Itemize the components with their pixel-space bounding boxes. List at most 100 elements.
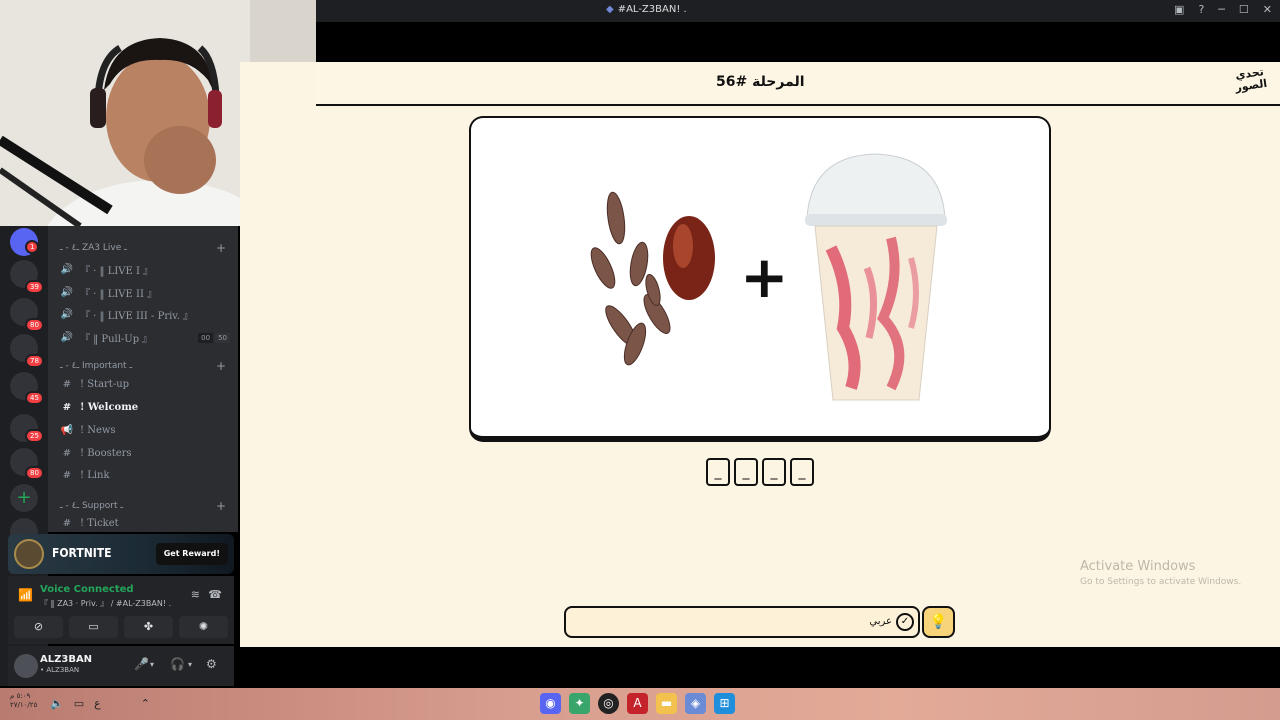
discord-icon: ◆ [606, 4, 614, 15]
hash-icon: # [62, 448, 72, 459]
game-icon [14, 539, 44, 569]
answer-input[interactable] [574, 612, 874, 634]
stage-title: المرحلة #56 [716, 74, 805, 90]
obs-icon[interactable]: ◎ [598, 693, 619, 714]
server-badge: 78 [25, 354, 44, 368]
chevron-down-icon[interactable]: ▾ [188, 660, 192, 669]
camera-off-button[interactable]: ⊘ [14, 616, 63, 638]
channel-welcome[interactable]: # ! Welcome [60, 402, 138, 413]
speaker-icon: 🔊 [60, 287, 74, 298]
window-titlebar: ◆ #AL-Z3BAN! . ▣ ? ─ ☐ ✕ [316, 0, 1280, 22]
language-indicator[interactable]: ع [94, 697, 101, 710]
clock[interactable]: ٥:٠٩ م ٢٧/١٠/٢٥ [10, 692, 37, 710]
hash-icon: # [62, 379, 72, 390]
promo-title: FORTNITE [52, 546, 112, 560]
chevron-up-icon[interactable]: ⌃ [141, 697, 150, 710]
add-server-icon[interactable]: + [10, 484, 38, 512]
speaker-icon: 🔊 [60, 332, 74, 343]
hint-button[interactable]: 💡 [922, 606, 955, 638]
activities-button[interactable]: ✤ [124, 616, 173, 638]
channel-news[interactable]: 📢 ! News [60, 425, 116, 436]
minimize-icon[interactable]: ─ [1218, 3, 1225, 16]
answer-field[interactable]: عربي ✓ [564, 606, 920, 638]
voice-channel-live-1[interactable]: 🔊 『 · ‖ LIVE I 』 [60, 262, 153, 277]
server-badge: 80 [25, 466, 44, 480]
get-reward-button[interactable]: Get Reward! [155, 543, 228, 565]
channel-list: ـ٤ - ـ ZA3 Live ـ + 🔊 『 · ‖ LIVE I 』 🔊 『… [48, 226, 238, 532]
noise-suppression-icon[interactable]: ≋ [191, 588, 200, 601]
windows-icon[interactable]: ⊞ [714, 693, 735, 714]
milkshake-image [805, 153, 947, 401]
letter-slot: _ [734, 458, 758, 486]
plus-operator: + [740, 243, 789, 311]
category-support[interactable]: ـ٤ - ـ Support ـ [60, 501, 123, 511]
headphones-icon[interactable]: 🎧 [170, 657, 185, 671]
voice-channel-live-3[interactable]: 🔊 『 · ‖ LIVE III - Priv. 』 [60, 307, 193, 322]
disconnect-icon[interactable]: ☎ [208, 588, 222, 601]
lightbulb-icon: 💡 [929, 614, 948, 630]
create-channel-icon[interactable]: + [216, 241, 226, 255]
game-logo[interactable]: تحدي الصور [1230, 65, 1272, 103]
app-icon[interactable]: ◈ [685, 693, 706, 714]
user-panel: ALZ3BAN • ALZ3BAN 🎤 ▾ 🎧 ▾ ⚙ [8, 646, 234, 686]
server-badge: 45 [25, 391, 44, 405]
voice-channel-pull-up[interactable]: 🔊 『 ‖ Pull-Up 』 00 50 [60, 330, 230, 345]
language-label[interactable]: عربي [869, 616, 892, 627]
adobe-icon[interactable]: A [627, 693, 648, 714]
window-title: ◆ #AL-Z3BAN! . [606, 4, 687, 15]
server-badge: 25 [25, 429, 44, 443]
letter-slot: _ [706, 458, 730, 486]
create-channel-icon[interactable]: + [216, 499, 226, 513]
create-channel-icon[interactable]: + [216, 359, 226, 373]
avatar[interactable] [14, 654, 38, 678]
network-icon[interactable]: ▭ [74, 697, 84, 710]
user-status: • ALZ3BAN [40, 666, 80, 674]
hash-icon: # [62, 518, 72, 529]
gear-icon[interactable]: ⚙ [206, 657, 217, 671]
category-za3-live[interactable]: ـ٤ - ـ ZA3 Live ـ [60, 243, 127, 253]
letter-slot: _ [762, 458, 786, 486]
voice-panel: 📶 Voice Connected 『 ‖ ZA3 · Priv. 』 / #A… [8, 576, 234, 644]
activate-windows-watermark: Activate Windows Go to Settings to activ… [1080, 559, 1242, 587]
voice-channel-name[interactable]: 『 ‖ ZA3 · Priv. 』 / #AL-Z3BAN! . [40, 598, 171, 609]
channel-link[interactable]: # ! Link [60, 470, 110, 481]
username[interactable]: ALZ3BAN [40, 654, 92, 665]
volume-icon[interactable]: 🔈 [50, 697, 64, 710]
speaker-icon: 🔊 [60, 309, 74, 320]
announcement-icon: 📢 [60, 425, 74, 436]
hash-icon: # [62, 402, 72, 413]
server-badge: 39 [25, 280, 44, 294]
screen-share-button[interactable]: ▭ [69, 616, 118, 638]
microphone-icon[interactable]: 🎤 [134, 657, 149, 671]
chevron-down-icon[interactable]: ▾ [150, 660, 154, 669]
file-explorer-icon[interactable]: ▬ [656, 693, 677, 714]
maximize-icon[interactable]: ☐ [1239, 3, 1249, 16]
user-count: 00 [198, 332, 214, 343]
server-badge: 1 [25, 240, 40, 254]
check-icon[interactable]: ✓ [896, 613, 914, 631]
date-seeds-image [590, 191, 671, 366]
server-badge: 80 [25, 318, 44, 332]
category-important[interactable]: ـ٤ - ـ Important ـ [60, 361, 132, 371]
letter-slot: _ [790, 458, 814, 486]
date-fruit-image [663, 216, 715, 300]
app-icon[interactable]: ✦ [569, 693, 590, 714]
promo-banner: FORTNITE Get Reward! [8, 534, 234, 574]
signal-icon[interactable]: 📶 [18, 588, 33, 602]
channel-boosters[interactable]: # ! Boosters [60, 448, 132, 459]
voice-status[interactable]: Voice Connected [40, 584, 134, 595]
answer-slots: _ _ _ _ [706, 458, 814, 486]
taskbar: ٥:٠٩ م ٢٧/١٠/٢٥ 🔈 ▭ ع ⌃ ◉ ✦ ◎ A ▬ ◈ ⊞ [0, 688, 1280, 720]
close-icon[interactable]: ✕ [1263, 3, 1272, 16]
voice-channel-live-2[interactable]: 🔊 『 · ‖ LIVE II 』 [60, 285, 157, 300]
discord-app-icon[interactable]: ◉ [540, 693, 561, 714]
help-icon[interactable]: ? [1198, 3, 1204, 16]
inbox-icon[interactable]: ▣ [1174, 3, 1184, 16]
channel-ticket[interactable]: # ! Ticket [60, 518, 119, 529]
game-header: المرحلة #56 تحدي الصور [316, 62, 1280, 106]
channel-start-up[interactable]: # ! Start-up [60, 379, 129, 390]
speaker-icon: 🔊 [60, 264, 74, 275]
soundboard-button[interactable]: ✺ [179, 616, 228, 638]
hash-icon: # [62, 470, 72, 481]
user-limit: 50 [215, 332, 230, 343]
